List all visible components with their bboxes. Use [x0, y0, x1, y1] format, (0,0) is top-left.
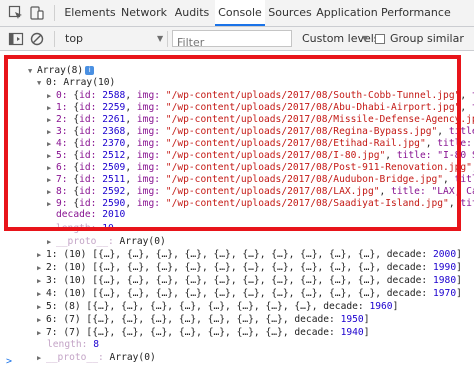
toolbar-divider [167, 31, 168, 47]
filter-box[interactable] [172, 30, 292, 50]
tab-console[interactable]: Console [215, 0, 265, 26]
tab-performance[interactable]: Performance [381, 0, 451, 26]
sidebar-toggle-icon[interactable] [8, 31, 24, 47]
context-selector[interactable]: top [65, 32, 83, 45]
tab-elements[interactable]: Elements [62, 0, 118, 26]
tab-network[interactable]: Network [120, 0, 168, 26]
console-toolbar: top ▼ Custom levels ▼ Group similar [0, 27, 474, 51]
console-output: ▼ Array(8) i ▼ 0: Array(10) ▶ 0: {id: 2588, … [0, 51, 474, 373]
group-similar-label: Group similar [390, 32, 464, 45]
context-dropdown-icon[interactable]: ▼ [157, 34, 163, 43]
expand-triangle-icon[interactable]: ▶ [47, 197, 56, 212]
toolbar-divider [54, 5, 55, 21]
levels-dropdown-icon[interactable]: ▼ [362, 34, 368, 43]
filter-input[interactable] [173, 35, 291, 50]
tab-sources[interactable]: Sources [267, 0, 313, 26]
clear-console-icon[interactable] [29, 31, 45, 47]
expand-triangle-icon[interactable]: ▶ [37, 351, 46, 366]
inspect-element-icon[interactable] [8, 5, 24, 21]
expand-triangle-icon[interactable]: ▶ [37, 326, 46, 341]
tab-application[interactable]: Application [316, 0, 378, 26]
decade-property: decade: 2010 [56, 209, 126, 220]
device-toolbar-icon[interactable] [29, 5, 45, 21]
expand-triangle-icon[interactable]: ▼ [28, 64, 37, 79]
group-similar-checkbox[interactable] [375, 34, 385, 44]
info-icon[interactable]: i [85, 65, 95, 75]
devtools-tabbar: Elements Network Audits Console Sources … [0, 0, 474, 27]
console-prompt[interactable]: > [6, 356, 12, 367]
tab-audits[interactable]: Audits [171, 0, 213, 26]
toolbar-divider [54, 31, 55, 47]
expand-triangle-icon[interactable]: ▼ [37, 76, 46, 91]
outer-proto-property[interactable]: ▶ __proto__: Array(0) [37, 350, 156, 365]
